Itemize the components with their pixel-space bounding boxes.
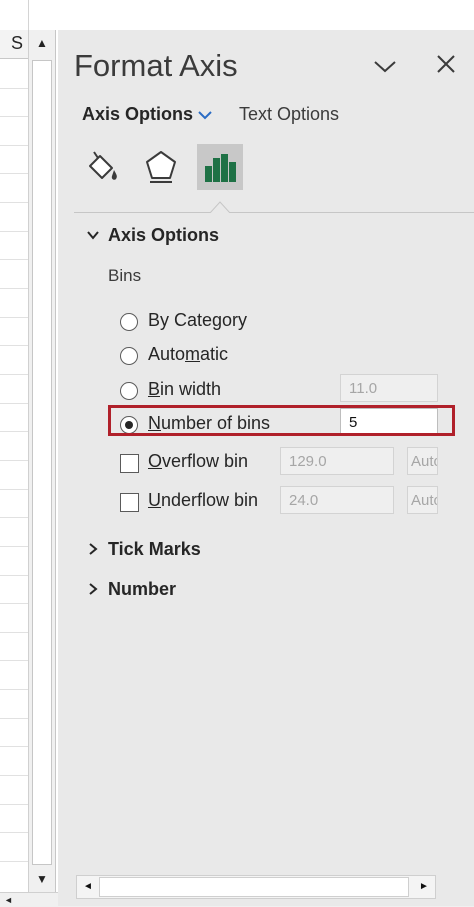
scroll-left-arrow[interactable]: ◄: [4, 893, 13, 907]
chevron-right-icon: [89, 583, 98, 595]
tab-axis-options-dropdown[interactable]: [196, 108, 214, 122]
sheet-vertical-scrollbar[interactable]: ▲ ▼: [28, 30, 56, 892]
overflow-auto-button[interactable]: Auto: [407, 447, 438, 475]
radio-label: Bin width: [148, 379, 222, 399]
radio-bin-width[interactable]: Bin width: [120, 379, 320, 405]
row-gridline: [0, 116, 28, 117]
bin-width-field[interactable]: 11.0: [340, 374, 438, 402]
radio-button[interactable]: [120, 382, 138, 400]
row-gridline: [0, 718, 28, 719]
underflow-auto-button[interactable]: Auto: [407, 486, 438, 514]
chevron-down-icon: [198, 111, 212, 120]
pane-close-button[interactable]: [432, 50, 460, 78]
row-gridline: [0, 746, 28, 747]
row-gridline: [0, 202, 28, 203]
bins-label: Bins: [108, 266, 142, 285]
format-axis-pane: Format Axis Axis Options Text Options Ax…: [58, 30, 474, 906]
row-gridline: [0, 374, 28, 375]
row-gridline: [0, 689, 28, 690]
axis-options-bar-chart-icon: [205, 154, 236, 182]
section-axis-options[interactable]: Axis Options: [86, 225, 286, 249]
row-gridline: [0, 660, 28, 661]
active-tab-pointer: [210, 201, 230, 213]
checkbox-overflow-bin[interactable]: Overflow bin: [120, 451, 270, 477]
column-header[interactable]: S: [0, 30, 28, 59]
pane-horizontal-scrollbar[interactable]: ◄ ►: [76, 875, 436, 899]
scroll-right-arrow[interactable]: ►: [413, 876, 435, 898]
row-gridline: [0, 575, 28, 576]
column-header-label: S: [11, 33, 24, 53]
checkbox-label: Underflow bin: [148, 490, 259, 510]
fill-line-tab[interactable]: [80, 144, 126, 190]
pane-options-button[interactable]: [371, 52, 399, 80]
row-gridline: [0, 775, 28, 776]
scroll-thumb[interactable]: [32, 60, 52, 865]
radio-automatic[interactable]: Automatic: [120, 344, 320, 370]
section-tick-marks[interactable]: Tick Marks: [86, 539, 286, 563]
overflow-bin-field[interactable]: 129.0: [280, 447, 394, 475]
section-label: Tick Marks: [108, 539, 201, 559]
row-gridline: [0, 804, 28, 805]
pane-title: Format Axis: [74, 48, 238, 83]
row-gridline: [0, 861, 28, 862]
checkbox-label: Overflow bin: [148, 451, 249, 471]
row-gridline: [0, 517, 28, 518]
section-number[interactable]: Number: [86, 579, 286, 603]
row-gridline: [0, 431, 28, 432]
row-gridline: [0, 632, 28, 633]
radio-button[interactable]: [120, 313, 138, 331]
chevron-down-icon: [374, 61, 396, 73]
checkbox-underflow-bin[interactable]: Underflow bin: [120, 490, 270, 516]
row-gridline: [0, 489, 28, 490]
scroll-up-arrow[interactable]: ▲: [29, 30, 55, 56]
chevron-down-icon: [87, 231, 99, 240]
row-gridline: [0, 288, 28, 289]
row-gridline: [0, 231, 28, 232]
close-icon: [437, 55, 455, 73]
radio-label: Automatic: [148, 344, 229, 364]
effects-tab[interactable]: [138, 144, 184, 190]
section-divider: [74, 212, 474, 213]
fill-line-icon: [89, 151, 117, 180]
row-gridline: [0, 546, 28, 547]
tab-text-options[interactable]: Text Options: [239, 104, 339, 125]
highlight-box: [108, 405, 455, 436]
effects-pentagon-icon: [146, 151, 176, 183]
row-gridline: [0, 88, 28, 89]
row-gridline: [0, 259, 28, 260]
row-gridline: [0, 317, 28, 318]
checkbox[interactable]: [120, 454, 139, 473]
tab-axis-options[interactable]: Axis Options: [82, 104, 193, 125]
spreadsheet-strip: S: [0, 0, 29, 906]
row-gridline: [0, 345, 28, 346]
axis-options-tab[interactable]: [197, 144, 243, 190]
row-gridline: [0, 832, 28, 833]
section-label: Axis Options: [108, 225, 220, 245]
row-gridline: [0, 173, 28, 174]
scroll-down-arrow[interactable]: ▼: [29, 866, 55, 892]
radio-button[interactable]: [120, 347, 138, 365]
row-gridline: [0, 603, 28, 604]
checkbox[interactable]: [120, 493, 139, 512]
chevron-right-icon: [89, 543, 98, 555]
radio-by-category[interactable]: By Category: [120, 310, 320, 336]
radio-label: By Category: [148, 310, 248, 330]
row-gridline: [0, 145, 28, 146]
underflow-bin-field[interactable]: 24.0: [280, 486, 394, 514]
scroll-thumb[interactable]: [99, 877, 409, 897]
row-gridline: [0, 460, 28, 461]
scroll-left-arrow[interactable]: ◄: [77, 876, 99, 898]
section-label: Number: [108, 579, 177, 599]
row-gridline: [0, 403, 28, 404]
